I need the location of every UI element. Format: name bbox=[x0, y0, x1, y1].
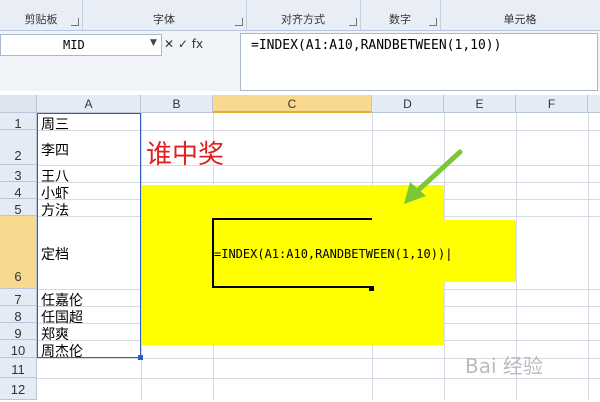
dialog-launcher-icon[interactable] bbox=[349, 18, 357, 26]
fill-handle[interactable] bbox=[369, 286, 374, 291]
formula-input[interactable]: =INDEX(A1:A10,RANDBETWEEN(1,10)) bbox=[240, 33, 598, 91]
chevron-down-icon[interactable]: ▼ bbox=[150, 38, 157, 48]
row-header-9[interactable]: 9 bbox=[0, 323, 37, 341]
dialog-launcher-icon[interactable] bbox=[71, 18, 79, 26]
name-box[interactable]: MID bbox=[0, 34, 162, 56]
row-header-5[interactable]: 5 bbox=[0, 199, 37, 217]
ribbon-group-font[interactable]: 字体 bbox=[82, 0, 247, 30]
gridline bbox=[588, 113, 589, 400]
row-header-4[interactable]: 4 bbox=[0, 182, 37, 200]
yellow-fill-region bbox=[444, 220, 516, 282]
ribbon-group-label: 字体 bbox=[153, 13, 175, 26]
ribbon-group-label: 数字 bbox=[389, 13, 411, 26]
row-header-12[interactable]: 12 bbox=[0, 378, 37, 400]
row-header-8[interactable]: 8 bbox=[0, 306, 37, 324]
row-header-2[interactable]: 2 bbox=[0, 130, 37, 165]
select-all-corner[interactable] bbox=[0, 95, 37, 113]
row-header-7[interactable]: 7 bbox=[0, 289, 37, 307]
column-header-f[interactable]: F bbox=[516, 95, 588, 113]
column-header-a[interactable]: A bbox=[37, 95, 141, 113]
ribbon-group-label: 单元格 bbox=[503, 13, 537, 26]
ribbon-group-label: 对齐方式 bbox=[281, 13, 325, 26]
row-header-6[interactable]: 6 bbox=[0, 216, 37, 289]
column-header-g-partial[interactable] bbox=[588, 95, 600, 113]
ribbon-group-alignment[interactable]: 对齐方式 bbox=[246, 0, 361, 30]
dialog-launcher-icon[interactable] bbox=[429, 18, 437, 26]
selection-range-a1-a10 bbox=[37, 113, 141, 358]
ribbon-group-label: 剪贴板 bbox=[24, 13, 58, 26]
row-header-11[interactable]: 11 bbox=[0, 358, 37, 378]
row-header-10[interactable]: 10 bbox=[0, 340, 37, 358]
green-arrow-icon bbox=[404, 149, 463, 204]
watermark-logo: Bai 经验 bbox=[465, 354, 543, 378]
ribbon-group-number[interactable]: 数字 bbox=[360, 0, 441, 30]
fill-handle[interactable] bbox=[138, 355, 143, 360]
active-cell-editor[interactable]: =INDEX(A1:A10,RANDBETWEEN(1,10))| bbox=[214, 247, 452, 261]
column-header-c[interactable]: C bbox=[213, 95, 372, 113]
formula-icons[interactable]: ✕ ✓ fx bbox=[164, 34, 203, 54]
column-header-d[interactable]: D bbox=[372, 95, 444, 113]
column-header-b[interactable]: B bbox=[141, 95, 213, 113]
ribbon-group-cells[interactable]: 单元格 bbox=[440, 0, 600, 30]
column-header-e[interactable]: E bbox=[444, 95, 516, 113]
row-header-3[interactable]: 3 bbox=[0, 165, 37, 183]
sheet-title[interactable]: 谁中奖 bbox=[146, 134, 224, 171]
dialog-launcher-icon[interactable] bbox=[235, 18, 243, 26]
ribbon: 剪贴板 字体 对齐方式 数字 单元格 bbox=[0, 0, 600, 31]
ribbon-group-clipboard[interactable]: 剪贴板 bbox=[0, 0, 83, 30]
row-header-1[interactable]: 1 bbox=[0, 113, 37, 131]
